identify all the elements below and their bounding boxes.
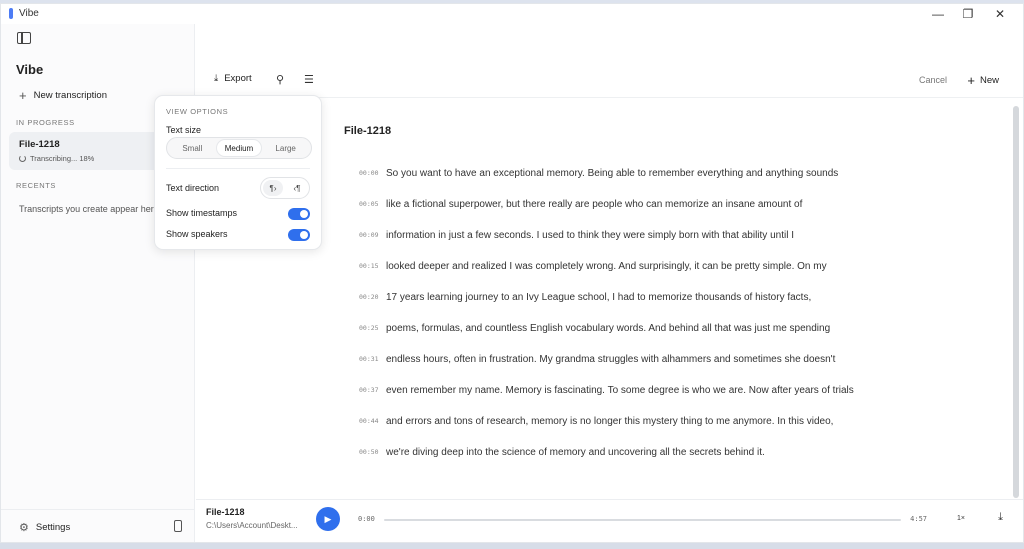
- rtl-direction-icon[interactable]: ‹¶: [287, 180, 307, 196]
- duration: 4:57: [910, 515, 927, 523]
- ltr-direction-icon[interactable]: ¶›: [263, 180, 283, 196]
- gear-icon: ⚙: [19, 522, 29, 534]
- scrollbar-thumb[interactable]: [1013, 106, 1019, 498]
- plus-icon: +: [967, 73, 975, 88]
- transcript-text: looked deeper and realized I was complet…: [386, 261, 827, 272]
- new-label: New: [979, 75, 999, 86]
- show-timestamps-toggle[interactable]: [288, 208, 310, 220]
- transcript-line: 00:25 poems, formulas, and countless Engl…: [359, 321, 859, 337]
- in-progress-file-name: File-1218: [19, 139, 60, 150]
- transcript-line: 00:20 17 years learning journey to an Ivy…: [359, 290, 859, 306]
- timestamp[interactable]: 00:44: [359, 414, 386, 425]
- download-icon[interactable]: ⤓: [998, 511, 1003, 524]
- recents-empty-text: Transcripts you create appear here: [19, 204, 159, 214]
- speed-button[interactable]: 1×: [957, 515, 965, 522]
- player-file-path: C:\Users\Account\Deskt...: [206, 521, 298, 530]
- text-size-selector: Small Medium Large: [166, 137, 312, 159]
- transcript-text: like a fictional superpower, but there r…: [386, 199, 803, 210]
- timestamp[interactable]: 00:50: [359, 445, 386, 456]
- view-options-title: VIEW OPTIONS: [166, 107, 229, 116]
- transcript-text: endless hours, often in frustration. My …: [386, 354, 836, 365]
- recents-heading: RECENTS: [16, 181, 57, 190]
- transcript-line: 00:00 So you want to have an exceptional …: [359, 166, 859, 182]
- transcript-text: we're diving deep into the science of me…: [386, 447, 765, 458]
- app-window: Vibe — ❐ ✕ Vibe + New transcription IN P…: [0, 3, 1024, 543]
- text-size-option-large[interactable]: Large: [262, 139, 309, 157]
- transcript-line: 00:05 like a fictional superpower, but th…: [359, 197, 859, 213]
- app-icon: [9, 8, 13, 19]
- transcript-text: 17 years learning journey to an Ivy Leag…: [386, 292, 812, 303]
- timestamp[interactable]: 00:25: [359, 321, 386, 332]
- transcript-line: 00:50 we're diving deep into the science …: [359, 445, 859, 461]
- transcript-line: 00:44 and errors and tons of research, me…: [359, 414, 859, 430]
- toolbar: ⤓ Export ⚲ ☰ Cancel + New: [196, 68, 1023, 94]
- current-time: 0:00: [358, 515, 375, 523]
- transcript-line: 00:09 information in just a few seconds. …: [359, 228, 859, 244]
- text-size-option-small[interactable]: Small: [169, 139, 216, 157]
- export-button[interactable]: ⤓ Export: [214, 73, 252, 84]
- timestamp[interactable]: 00:20: [359, 290, 386, 301]
- in-progress-status: Transcribing... 18%: [19, 154, 94, 163]
- timestamp[interactable]: 00:37: [359, 383, 386, 394]
- transcript-text: even remember my name. Memory is fascina…: [386, 385, 854, 396]
- new-transcription-label: New transcription: [33, 90, 107, 101]
- popover-divider: [166, 168, 310, 169]
- minimize-icon[interactable]: —: [923, 4, 953, 24]
- timestamp[interactable]: 00:00: [359, 166, 386, 177]
- seek-bar[interactable]: [384, 519, 901, 521]
- spinner-icon: [19, 155, 26, 162]
- in-progress-heading: IN PROGRESS: [16, 118, 75, 127]
- plus-icon: +: [19, 88, 27, 103]
- download-icon: ⤓: [214, 73, 219, 84]
- new-button[interactable]: + New: [967, 74, 999, 87]
- play-icon: ▶: [324, 513, 332, 524]
- new-transcription-button[interactable]: + New transcription: [19, 89, 107, 102]
- transcript-line: 00:37 even remember my name. Memory is fa…: [359, 383, 859, 399]
- transcript-line: 00:31 endless hours, often in frustration…: [359, 352, 859, 368]
- player-file-name: File-1218: [206, 507, 245, 517]
- show-timestamps-label: Show timestamps: [166, 208, 238, 218]
- restore-icon[interactable]: ❐: [953, 4, 983, 24]
- in-progress-status-text: Transcribing... 18%: [30, 154, 95, 163]
- play-button[interactable]: ▶: [316, 507, 340, 531]
- text-direction-selector: ¶› ‹¶: [260, 177, 310, 199]
- timestamp[interactable]: 00:05: [359, 197, 386, 208]
- transcript-line: 00:15 looked deeper and realized I was co…: [359, 259, 859, 275]
- text-size-option-medium[interactable]: Medium: [215, 139, 263, 157]
- timestamp[interactable]: 00:31: [359, 352, 386, 363]
- transcript-text: poems, formulas, and countless English v…: [386, 323, 831, 334]
- search-icon[interactable]: ⚲: [276, 73, 284, 86]
- settings-button[interactable]: ⚙ Settings: [19, 521, 70, 534]
- sidebar-toggle-icon[interactable]: [17, 32, 31, 44]
- text-size-label: Text size: [166, 125, 202, 135]
- export-label: Export: [224, 73, 252, 84]
- close-icon[interactable]: ✕: [985, 4, 1015, 24]
- settings-label: Settings: [35, 522, 71, 533]
- show-speakers-label: Show speakers: [166, 229, 228, 239]
- show-speakers-toggle[interactable]: [288, 229, 310, 241]
- transcript-text: So you want to have an exceptional memor…: [386, 168, 839, 179]
- timestamp[interactable]: 00:09: [359, 228, 386, 239]
- view-options-icon[interactable]: ☰: [304, 73, 314, 86]
- timestamp[interactable]: 00:15: [359, 259, 386, 270]
- desktop-taskbar-strip: [0, 543, 1024, 549]
- sidebar-footer: ⚙ Settings: [1, 509, 194, 542]
- mobile-icon[interactable]: [174, 520, 182, 532]
- audio-player: File-1218 C:\Users\Account\Deskt... ▶ 0:…: [196, 500, 1023, 542]
- view-options-popover: VIEW OPTIONS Text size Small Medium Large …: [154, 95, 322, 250]
- app-name: Vibe: [16, 62, 44, 77]
- title-bar: Vibe — ❐ ✕: [1, 4, 1023, 24]
- transcript-text: information in just a few seconds. I use…: [386, 230, 794, 241]
- document-title: File-1218: [344, 125, 392, 137]
- text-direction-label: Text direction: [166, 183, 220, 193]
- transcript-text: and errors and tons of research, memory …: [386, 416, 834, 427]
- transcript: 00:00 So you want to have an exceptional …: [359, 166, 859, 476]
- cancel-button[interactable]: Cancel: [919, 75, 947, 85]
- scrollbar[interactable]: [1013, 98, 1019, 506]
- window-title: Vibe: [19, 8, 39, 19]
